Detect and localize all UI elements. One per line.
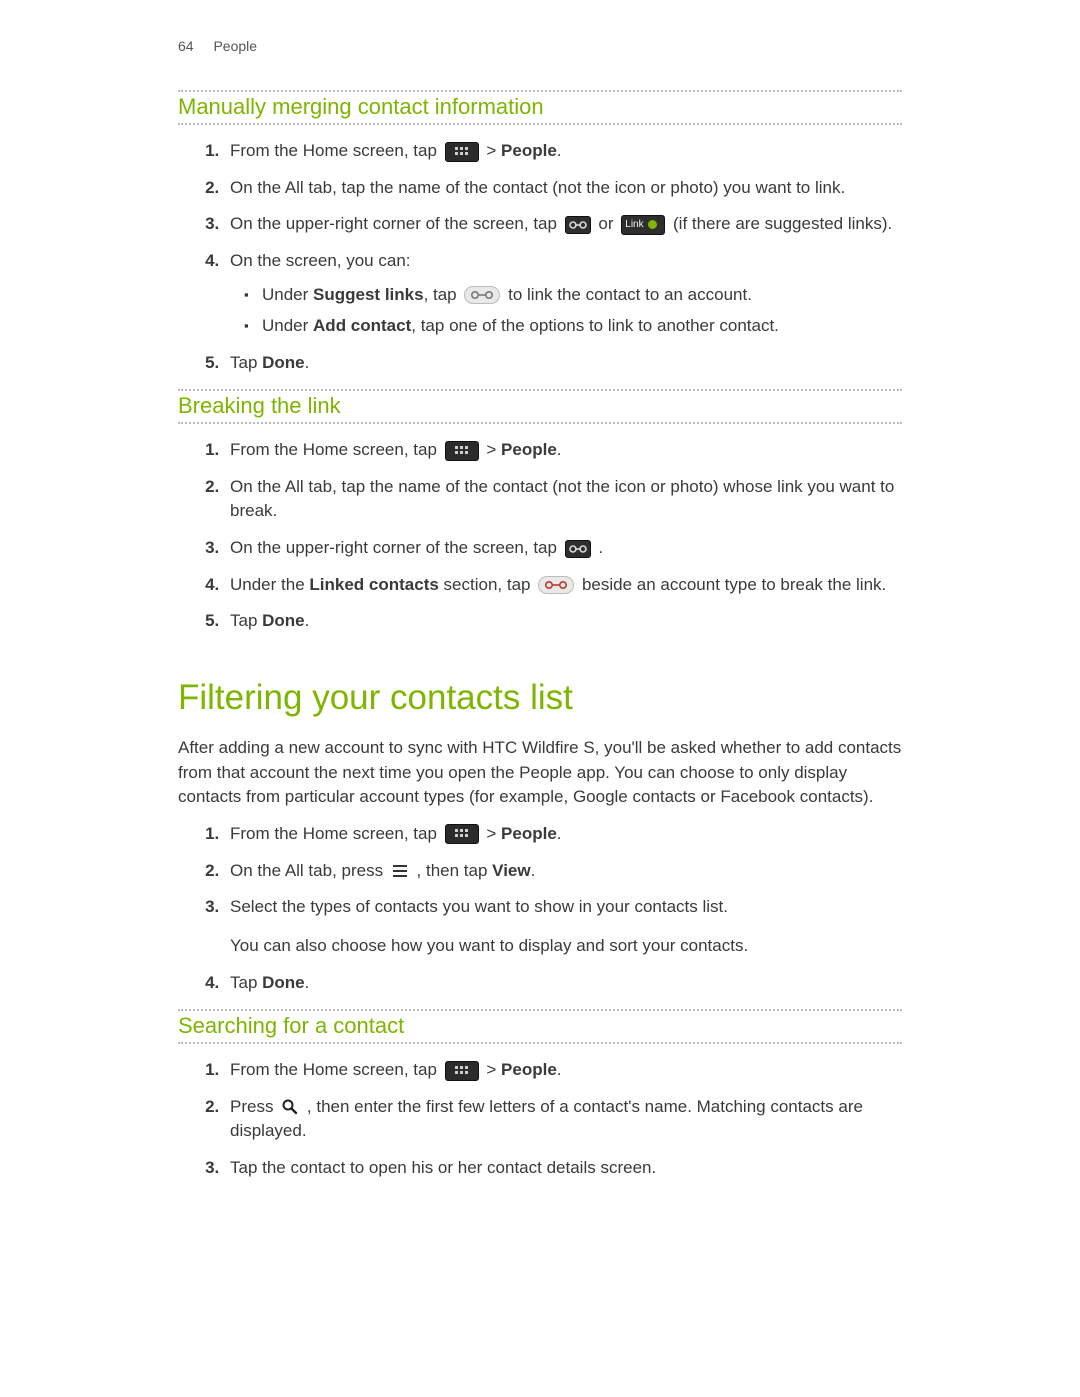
apps-grid-icon (445, 142, 479, 162)
break-link-pill-icon (538, 576, 574, 594)
heading-break: Breaking the link (178, 393, 902, 419)
menu-icon (391, 863, 409, 879)
page-number: 64 (178, 38, 194, 54)
steps-filter: From the Home screen, tap > People. On t… (178, 822, 902, 995)
step-item: Select the types of contacts you want to… (224, 895, 902, 958)
step-item: Under the Linked contacts section, tap b… (224, 573, 902, 598)
sub-bullets: Under Suggest links, tap to link the con… (230, 282, 902, 339)
step-subtext: You can also choose how you want to disp… (230, 934, 902, 959)
step-item: On the upper-right corner of the screen,… (224, 536, 902, 561)
link-pill-icon (464, 286, 500, 304)
step-item: On the screen, you can: Under Suggest li… (224, 249, 902, 339)
document-page: 64 People Manually merging contact infor… (0, 0, 1080, 1397)
step-item: Tap Done. (224, 609, 902, 634)
step-item: From the Home screen, tap > People. (224, 139, 902, 164)
step-item: On the All tab, tap the name of the cont… (224, 176, 902, 201)
bullet-item: Under Suggest links, tap to link the con… (262, 282, 902, 308)
page-section: People (213, 38, 257, 54)
step-item: Tap the contact to open his or her conta… (224, 1156, 902, 1181)
apps-grid-icon (445, 1061, 479, 1081)
steps-search: From the Home screen, tap > People. Pres… (178, 1058, 902, 1181)
apps-grid-icon (445, 441, 479, 461)
steps-merge: From the Home screen, tap > People. On t… (178, 139, 902, 375)
link-suggestion-badge-icon: Link (621, 215, 665, 235)
step-item: From the Home screen, tap > People. (224, 822, 902, 847)
page-header: 64 People (178, 38, 902, 54)
step-item: From the Home screen, tap > People. (224, 1058, 902, 1083)
step-item: Tap Done. (224, 971, 902, 996)
chain-link-icon (565, 540, 591, 558)
step-item: On the All tab, press , then tap View. (224, 859, 902, 884)
step-item: Tap Done. (224, 351, 902, 376)
chain-link-icon (565, 216, 591, 234)
filter-intro: After adding a new account to sync with … (178, 736, 902, 810)
step-item: From the Home screen, tap > People. (224, 438, 902, 463)
heading-rule: Breaking the link (178, 389, 902, 424)
search-icon (281, 1098, 299, 1116)
step-item: Press , then enter the first few letters… (224, 1095, 902, 1144)
apps-grid-icon (445, 824, 479, 844)
heading-rule: Searching for a contact (178, 1009, 902, 1044)
heading-filter: Filtering your contacts list (178, 678, 902, 718)
heading-merge: Manually merging contact information (178, 94, 902, 120)
step-item: On the upper-right corner of the screen,… (224, 212, 902, 237)
heading-rule: Manually merging contact information (178, 90, 902, 125)
step-item: On the All tab, tap the name of the cont… (224, 475, 902, 524)
bullet-item: Under Add contact, tap one of the option… (262, 313, 902, 339)
heading-search: Searching for a contact (178, 1013, 902, 1039)
steps-break: From the Home screen, tap > People. On t… (178, 438, 902, 634)
